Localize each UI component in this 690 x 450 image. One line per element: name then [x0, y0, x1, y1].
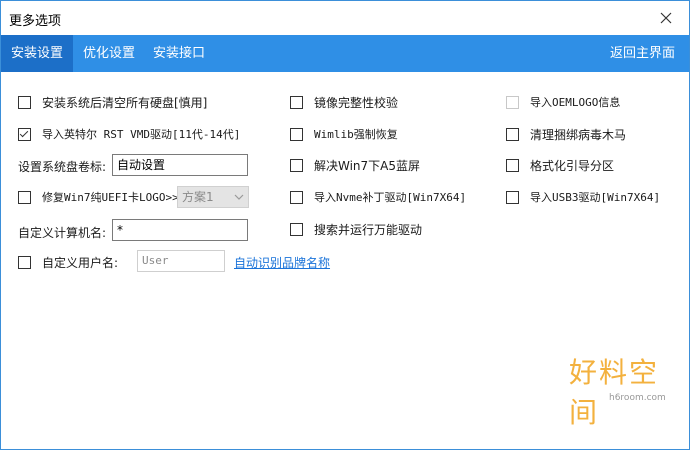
- option-intel-rst[interactable]: 导入英特尔 RST VMD驱动[11代-14代]: [18, 124, 240, 144]
- clear-disks-label: 安装系统后清空所有硬盘[慎用]: [42, 95, 208, 110]
- close-icon: [660, 12, 672, 24]
- watermark-url: h6room.com: [609, 393, 666, 403]
- back-to-main-button[interactable]: 返回主界面: [610, 35, 675, 72]
- wimlib-restore-label: Wimlib强制恢复: [314, 128, 398, 141]
- chevron-down-icon: [234, 194, 244, 200]
- computer-name-input[interactable]: *: [112, 219, 248, 241]
- close-button[interactable]: [643, 1, 689, 35]
- clean-trojan-checkbox[interactable]: [506, 127, 519, 141]
- option-nvme-patch[interactable]: 导入Nvme补丁驱动[Win7X64]: [290, 187, 466, 207]
- watermark-brand: 好料空间: [569, 356, 660, 429]
- uefi-scheme-value: 方案1: [182, 190, 214, 204]
- tab-bar: 安装设置 优化设置 安装接口 返回主界面: [1, 35, 689, 72]
- user-name-label: 自定义用户名:: [42, 255, 119, 270]
- computer-name-label: 自定义计算机名:: [18, 226, 107, 240]
- auto-brand-link[interactable]: 自动识别品牌名称: [234, 254, 330, 271]
- intel-rst-label: 导入英特尔 RST VMD驱动[11代-14代]: [42, 128, 241, 141]
- option-user-name[interactable]: 自定义用户名:: [18, 252, 118, 272]
- volume-label-label: 设置系统盘卷标:: [18, 160, 107, 174]
- title-bar: 更多选项: [1, 1, 689, 35]
- nvme-patch-label: 导入Nvme补丁驱动[Win7X64]: [314, 191, 467, 204]
- search-driver-label: 搜索并运行万能驱动: [314, 222, 423, 237]
- option-clean-trojan[interactable]: 清理捆绑病毒木马: [506, 124, 626, 144]
- usb3-driver-label: 导入USB3驱动[Win7X64]: [530, 191, 661, 204]
- clean-trojan-label: 清理捆绑病毒木马: [530, 127, 627, 142]
- option-fix-uefi-logo[interactable]: 修复Win7纯UEFI卡LOGO>>: [18, 187, 179, 207]
- fix-a5-bsod-label: 解决Win7下A5蓝屏: [314, 158, 421, 173]
- oem-logo-label: 导入OEMLOGO信息: [530, 96, 621, 109]
- usb3-driver-checkbox[interactable]: [506, 190, 519, 204]
- fix-uefi-logo-checkbox[interactable]: [18, 190, 31, 204]
- image-integrity-label: 镜像完整性校验: [314, 95, 399, 110]
- user-name-input[interactable]: User: [137, 250, 225, 272]
- fix-a5-bsod-checkbox[interactable]: [290, 158, 303, 172]
- more-options-window: 更多选项 安装设置 优化设置 安装接口 返回主界面 安装系统后清空所有硬盘[慎用…: [0, 0, 690, 450]
- image-integrity-checkbox[interactable]: [290, 95, 303, 109]
- user-name-checkbox[interactable]: [18, 255, 31, 269]
- watermark-logo: 好料空间 h6room.com: [561, 351, 681, 429]
- tab-install-interface[interactable]: 安装接口: [143, 35, 215, 72]
- option-usb3-driver[interactable]: 导入USB3驱动[Win7X64]: [506, 187, 660, 207]
- search-driver-checkbox[interactable]: [290, 222, 303, 236]
- wimlib-restore-checkbox[interactable]: [290, 127, 303, 141]
- option-search-driver[interactable]: 搜索并运行万能驱动: [290, 219, 422, 239]
- tab-optimize-settings[interactable]: 优化设置: [73, 35, 145, 72]
- fix-uefi-logo-label: 修复Win7纯UEFI卡LOGO>>: [42, 191, 179, 204]
- nvme-patch-checkbox[interactable]: [290, 190, 303, 204]
- option-oem-logo[interactable]: 导入OEMLOGO信息: [506, 92, 620, 112]
- option-wimlib-restore[interactable]: Wimlib强制恢复: [290, 124, 398, 144]
- clear-disks-checkbox[interactable]: [18, 95, 31, 109]
- format-boot-label: 格式化引导分区: [530, 158, 615, 173]
- option-clear-disks[interactable]: 安装系统后清空所有硬盘[慎用]: [18, 92, 207, 112]
- uefi-scheme-select[interactable]: 方案1: [177, 186, 249, 208]
- format-boot-checkbox[interactable]: [506, 158, 519, 172]
- volume-label-input[interactable]: 自动设置: [112, 154, 248, 176]
- oem-logo-checkbox[interactable]: [506, 95, 519, 109]
- intel-rst-checkbox[interactable]: [18, 127, 31, 141]
- option-fix-a5-bsod[interactable]: 解决Win7下A5蓝屏: [290, 155, 420, 175]
- option-image-integrity[interactable]: 镜像完整性校验: [290, 92, 398, 112]
- window-title: 更多选项: [9, 14, 62, 29]
- option-format-boot[interactable]: 格式化引导分区: [506, 155, 614, 175]
- tab-install-settings[interactable]: 安装设置: [1, 35, 74, 72]
